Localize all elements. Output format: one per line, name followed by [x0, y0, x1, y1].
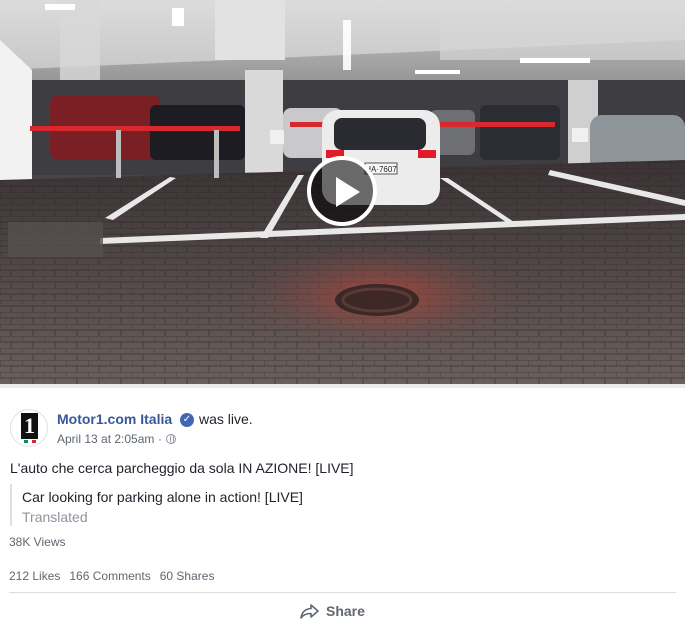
likes-count[interactable]: 212 Likes [9, 569, 60, 583]
video-separator [0, 384, 685, 388]
globe-icon[interactable] [166, 434, 176, 444]
share-label: Share [326, 603, 365, 619]
translation-text: Car looking for parking alone in action!… [22, 489, 303, 505]
shares-count[interactable]: 60 Shares [160, 569, 215, 583]
meta-separator: · [158, 432, 162, 446]
engagement-stats: 212 Likes 166 Comments 60 Shares [9, 569, 214, 583]
share-arrow-icon [300, 604, 319, 619]
verified-badge-icon: ✓ [180, 413, 194, 427]
post-text: L'auto che cerca parcheggio da sola IN A… [10, 460, 354, 476]
page-avatar[interactable]: 1 [10, 409, 48, 447]
avatar-logo: 1 [21, 413, 38, 439]
view-count: 38K Views [9, 535, 66, 549]
italian-flag-icon [24, 440, 36, 443]
action-divider [9, 592, 676, 593]
share-button[interactable]: Share [300, 598, 365, 624]
comments-count[interactable]: 166 Comments [69, 569, 150, 583]
play-button[interactable] [307, 156, 377, 226]
translated-label: Translated [22, 509, 88, 525]
play-icon [336, 177, 360, 207]
translation-block: Car looking for parking alone in action!… [10, 484, 303, 526]
live-status: was live. [199, 411, 253, 427]
post-timestamp[interactable]: April 13 at 2:05am [57, 432, 154, 446]
video-player[interactable]: HA·7607 [0, 0, 685, 384]
page-name-link[interactable]: Motor1.com Italia [57, 411, 172, 427]
